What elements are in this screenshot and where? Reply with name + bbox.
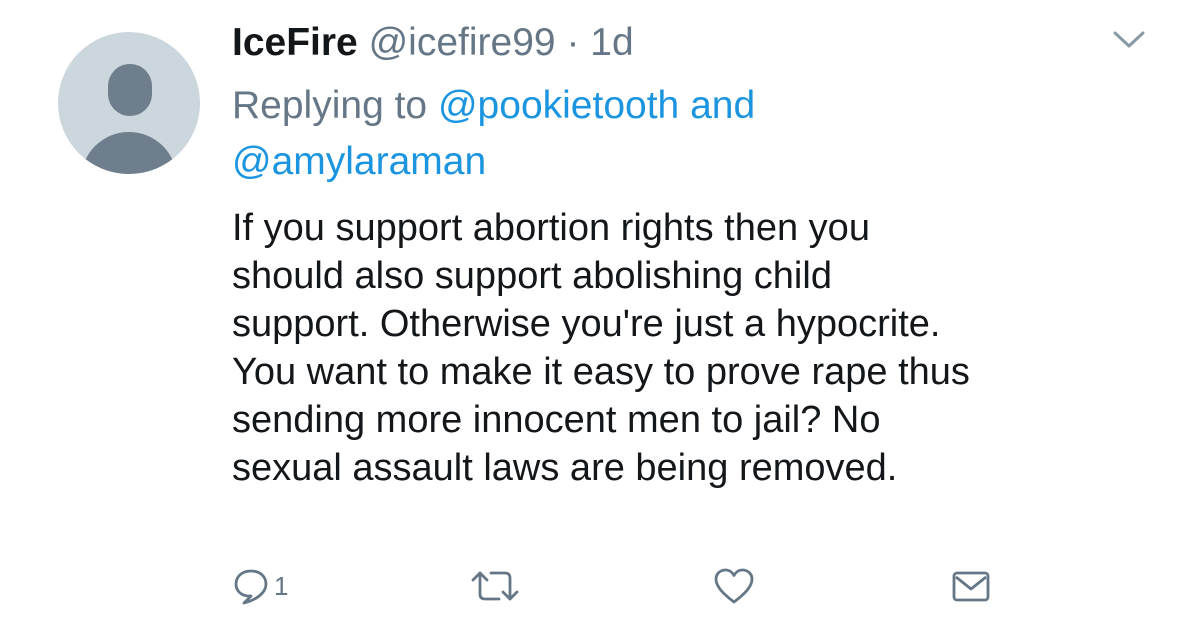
mention-link-2[interactable]: @amylaraman [232,140,486,183]
tweet-text: If you support abortion rights then you … [232,207,970,489]
tweet: IceFire @icefire99 · 1d Replying to @poo… [0,0,1200,618]
avatar-head-shape [108,64,152,116]
replying-to-prefix: Replying to [232,84,428,127]
tweet-actions: 1 [0,562,1200,610]
reply-icon [234,569,268,605]
display-name[interactable]: IceFire [232,21,358,64]
avatar-shoulders-shape [81,132,177,174]
separator-dot: · [566,21,580,64]
replying-to-line: Replying to @pookietooth and @amylaraman [232,78,1132,190]
mention-link-1[interactable]: @pookietooth [438,84,679,127]
retweet-button[interactable] [469,562,521,610]
like-button[interactable] [712,562,756,610]
heart-icon [714,568,754,604]
reply-button[interactable]: 1 [232,562,288,610]
tweet-timestamp[interactable]: 1d [590,21,633,64]
chevron-down-icon[interactable] [1112,30,1146,50]
reply-count: 1 [274,571,289,601]
user-handle[interactable]: @icefire99 [369,21,556,64]
tweet-header: IceFire @icefire99 · 1d [232,18,634,68]
retweet-icon [471,571,519,601]
direct-message-button[interactable] [950,562,992,610]
avatar[interactable] [58,32,200,174]
mention-joiner[interactable]: and [690,84,755,127]
envelope-icon [952,571,990,602]
